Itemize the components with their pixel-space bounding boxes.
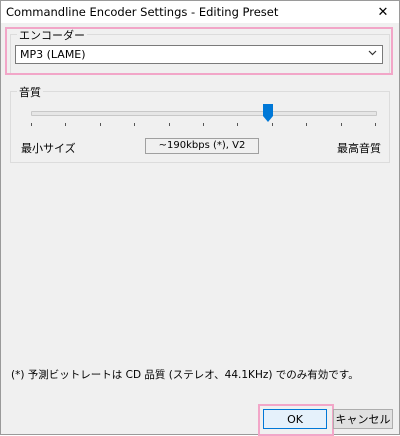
slider-tick (65, 123, 67, 126)
slider-tick (203, 123, 204, 126)
slider-tick (134, 123, 136, 126)
quality-slider-track[interactable] (31, 111, 377, 116)
ok-button[interactable]: OK (263, 409, 327, 429)
quality-group-label: 音質 (17, 84, 43, 100)
slider-tick (168, 123, 170, 126)
encoder-selected-value: MP3 (LAME) (20, 48, 86, 61)
slider-tick (271, 123, 273, 126)
title-bar: Commandline Encoder Settings - Editing P… (1, 1, 399, 23)
encoder-group: エンコーダー MP3 (LAME) (10, 27, 390, 74)
bitrate-display: ~190kbps (*), V2 (145, 138, 259, 154)
quality-group: 音質 最小サイズ ~190kbps (*), V2 最高音質 (10, 84, 390, 163)
slider-tick (375, 123, 376, 126)
encoder-group-label: エンコーダー (17, 27, 87, 43)
slider-tick (340, 123, 342, 126)
min-size-label: 最小サイズ (21, 142, 76, 155)
close-icon: ✕ (377, 4, 389, 20)
settings-dialog: Commandline Encoder Settings - Editing P… (0, 0, 400, 436)
slider-tick (306, 123, 308, 126)
quality-slider-thumb[interactable] (263, 104, 274, 122)
bitrate-footnote: (*) 予測ビットレートは CD 品質 (ステレオ、44.1KHz) でのみ有効… (11, 369, 359, 381)
window-title: Commandline Encoder Settings - Editing P… (6, 5, 279, 19)
max-quality-label: 最高音質 (337, 142, 381, 155)
slider-tick (31, 123, 32, 126)
slider-tick (237, 123, 239, 126)
encoder-select[interactable]: MP3 (LAME) (15, 45, 383, 64)
slider-tick (99, 123, 101, 126)
cancel-button[interactable]: キャンセル (333, 409, 393, 429)
close-button[interactable]: ✕ (367, 1, 399, 23)
chevron-down-icon (368, 48, 377, 60)
